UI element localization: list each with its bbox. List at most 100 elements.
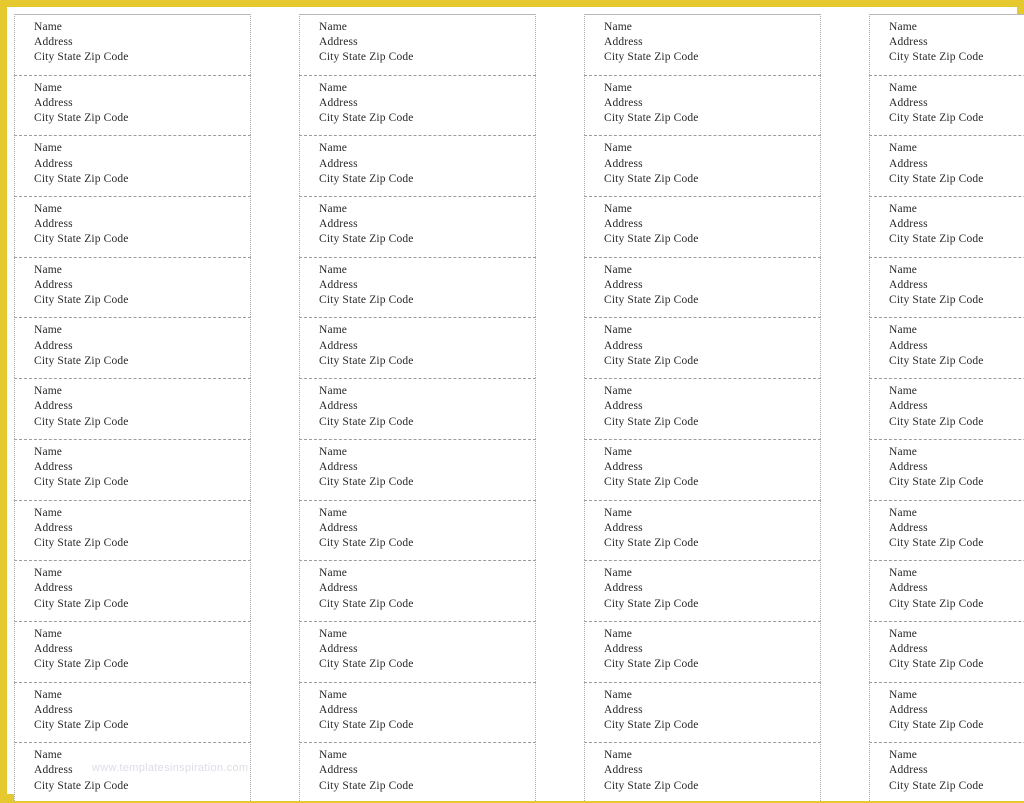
address-label[interactable]: Name Address City State Zip Code bbox=[14, 499, 251, 561]
address-label[interactable]: Name Address City State Zip Code bbox=[14, 317, 251, 379]
address-label-line-2: Address bbox=[889, 764, 928, 777]
address-label[interactable]: Name Address City State Zip Code bbox=[299, 560, 536, 621]
address-label-line-2: Address bbox=[34, 764, 73, 777]
address-label[interactable]: Name Address City State Zip Code bbox=[869, 560, 1024, 621]
address-label[interactable]: Name Address City State Zip Code bbox=[584, 196, 821, 257]
address-label[interactable]: Name Address City State Zip Code bbox=[14, 560, 251, 621]
address-label-line-2: Address bbox=[604, 461, 643, 474]
address-label[interactable]: Name Address City State Zip Code bbox=[869, 317, 1024, 379]
address-label[interactable]: Name Address City State Zip Code bbox=[14, 438, 251, 500]
address-label[interactable]: Name Address City State Zip Code bbox=[14, 74, 251, 136]
address-label-line-2: Address bbox=[604, 36, 643, 49]
address-label-line-3: City State Zip Code bbox=[889, 112, 984, 125]
address-label-line-1: Name bbox=[34, 324, 63, 337]
address-label-line-3: City State Zip Code bbox=[319, 476, 414, 489]
address-label-line-1: Name bbox=[34, 385, 63, 398]
address-label-line-3: City State Zip Code bbox=[889, 536, 984, 549]
address-label[interactable]: Name Address City State Zip Code bbox=[14, 196, 251, 257]
address-label[interactable]: Name Address City State Zip Code bbox=[869, 620, 1024, 682]
address-label-line-3: City State Zip Code bbox=[319, 779, 414, 792]
address-label-line-2: Address bbox=[604, 218, 643, 231]
address-label[interactable]: Name Address City State Zip Code bbox=[299, 317, 536, 379]
address-label-line-1: Name bbox=[889, 21, 918, 33]
address-label-line-3: City State Zip Code bbox=[34, 172, 129, 185]
address-label[interactable]: Name Address City State Zip Code bbox=[869, 742, 1024, 801]
address-label-line-2: Address bbox=[604, 400, 643, 413]
address-label[interactable]: Name Address City State Zip Code bbox=[869, 135, 1024, 197]
address-label[interactable]: Name Address City State Zip Code bbox=[299, 378, 536, 439]
address-label-line-1: Name bbox=[34, 567, 63, 580]
address-label[interactable]: Name Address City State Zip Code bbox=[299, 681, 536, 743]
address-label-line-1: Name bbox=[889, 81, 918, 94]
address-label-line-1: Name bbox=[34, 21, 63, 33]
address-label[interactable]: Name Address City State Zip Code bbox=[14, 135, 251, 197]
address-label[interactable]: Name Address City State Zip Code bbox=[299, 742, 536, 801]
address-label[interactable]: Name Address City State Zip Code bbox=[584, 14, 821, 75]
address-label[interactable]: Name Address City State Zip Code bbox=[869, 681, 1024, 743]
address-label[interactable]: Name Address City State Zip Code bbox=[584, 135, 821, 197]
address-label-line-1: Name bbox=[319, 21, 348, 33]
column-gutter bbox=[536, 14, 584, 801]
address-label[interactable]: Name Address City State Zip Code bbox=[299, 135, 536, 197]
address-label[interactable]: Name Address City State Zip Code bbox=[584, 378, 821, 439]
address-label[interactable]: Name Address City State Zip Code bbox=[14, 256, 251, 318]
address-label[interactable]: Name Address City State Zip Code bbox=[584, 74, 821, 136]
address-label[interactable]: Name Address City State Zip Code bbox=[584, 620, 821, 682]
address-label-line-2: Address bbox=[604, 339, 643, 352]
address-label[interactable]: Name Address City State Zip Code bbox=[869, 196, 1024, 257]
address-label-line-3: City State Zip Code bbox=[319, 536, 414, 549]
address-label-line-2: Address bbox=[319, 764, 358, 777]
address-label-line-3: City State Zip Code bbox=[319, 718, 414, 731]
address-label-line-3: City State Zip Code bbox=[604, 294, 699, 307]
address-label-line-2: Address bbox=[319, 703, 358, 716]
address-label[interactable]: Name Address City State Zip Code bbox=[584, 256, 821, 318]
address-label[interactable]: Name Address City State Zip Code bbox=[869, 378, 1024, 439]
address-label[interactable]: Name Address City State Zip Code bbox=[869, 499, 1024, 561]
address-label[interactable]: Name Address City State Zip Code bbox=[14, 14, 251, 75]
address-label[interactable]: Name Address City State Zip Code bbox=[869, 74, 1024, 136]
address-label-line-3: City State Zip Code bbox=[604, 779, 699, 792]
address-label-line-3: City State Zip Code bbox=[604, 354, 699, 367]
address-label[interactable]: Name Address City State Zip Code bbox=[584, 742, 821, 801]
address-label[interactable]: Name Address City State Zip Code bbox=[299, 620, 536, 682]
address-label[interactable]: Name Address City State Zip Code bbox=[14, 620, 251, 682]
address-label-line-2: Address bbox=[889, 582, 928, 595]
address-label[interactable]: Name Address City State Zip Code bbox=[299, 499, 536, 561]
address-label[interactable]: Name Address City State Zip Code bbox=[584, 438, 821, 500]
address-label-line-3: City State Zip Code bbox=[604, 476, 699, 489]
address-label[interactable]: Name Address City State Zip Code bbox=[869, 256, 1024, 318]
address-label[interactable]: Name Address City State Zip Code bbox=[584, 681, 821, 743]
address-label-line-2: Address bbox=[889, 643, 928, 656]
address-label-line-1: Name bbox=[319, 688, 348, 701]
address-label[interactable]: Name Address City State Zip Code bbox=[14, 378, 251, 439]
address-label[interactable]: Name Address City State Zip Code bbox=[869, 14, 1024, 75]
address-label[interactable]: Name Address City State Zip Code bbox=[584, 499, 821, 561]
address-label-line-2: Address bbox=[319, 96, 358, 109]
address-label-line-2: Address bbox=[319, 218, 358, 231]
address-label-line-1: Name bbox=[34, 445, 63, 458]
address-label-line-2: Address bbox=[889, 461, 928, 474]
address-label-line-1: Name bbox=[34, 688, 63, 701]
address-label-line-2: Address bbox=[604, 96, 643, 109]
address-label-line-3: City State Zip Code bbox=[34, 658, 129, 671]
address-label-line-3: City State Zip Code bbox=[34, 536, 129, 549]
address-label-line-2: Address bbox=[889, 96, 928, 109]
address-label[interactable]: Name Address City State Zip Code bbox=[299, 256, 536, 318]
address-label-line-3: City State Zip Code bbox=[604, 658, 699, 671]
address-label-line-1: Name bbox=[319, 81, 348, 94]
address-label[interactable]: Name Address City State Zip Code bbox=[584, 560, 821, 621]
address-label-line-3: City State Zip Code bbox=[889, 233, 984, 246]
address-label[interactable]: Name Address City State Zip Code bbox=[299, 74, 536, 136]
address-label[interactable]: Name Address City State Zip Code bbox=[299, 196, 536, 257]
address-label-line-3: City State Zip Code bbox=[319, 233, 414, 246]
address-label-line-2: Address bbox=[319, 157, 358, 170]
address-label[interactable]: Name Address City State Zip Code bbox=[869, 438, 1024, 500]
address-label[interactable]: Name Address City State Zip Code bbox=[299, 438, 536, 500]
address-label-line-2: Address bbox=[319, 643, 358, 656]
address-label[interactable]: Name Address City State Zip Code bbox=[584, 317, 821, 379]
address-label[interactable]: Name Address City State Zip Code bbox=[299, 14, 536, 75]
address-label-line-2: Address bbox=[319, 339, 358, 352]
address-label[interactable]: Name Address City State Zip Code bbox=[14, 681, 251, 743]
address-label[interactable]: Name Address City State Zip Code bbox=[14, 742, 251, 801]
address-label-line-3: City State Zip Code bbox=[889, 476, 984, 489]
